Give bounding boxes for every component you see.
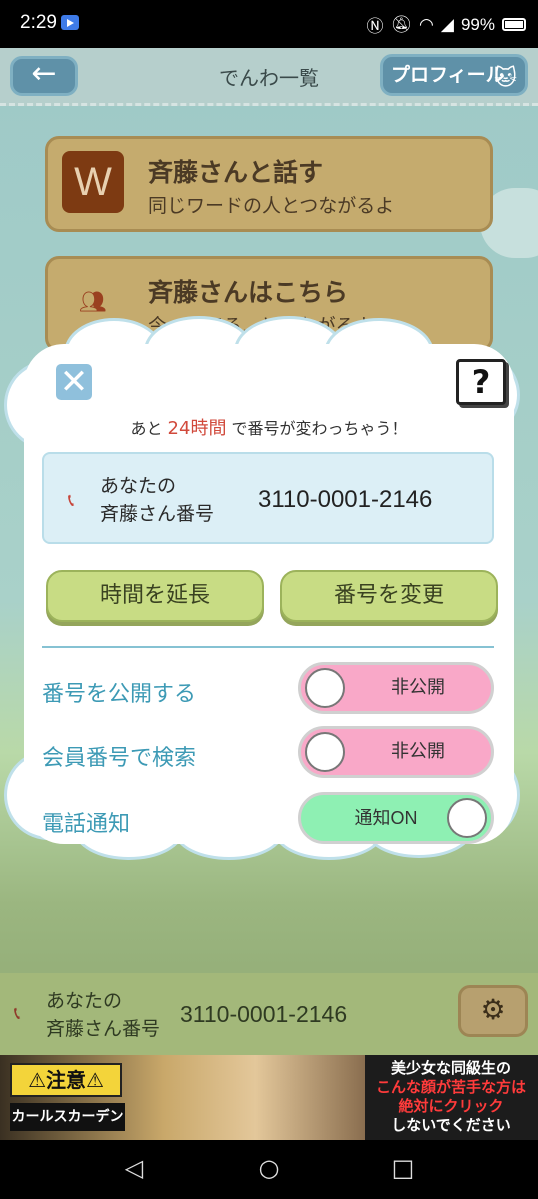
toggle-member-search[interactable]: 非公開 (298, 726, 494, 778)
status-icons: Ⓝ 🔕︎ ◠ ◢ 99% (366, 12, 526, 37)
phone-icon: 📞︎ (14, 1003, 21, 1024)
status-time: 2:29 (20, 12, 57, 33)
modal-content: ✕ ? あと 24時間 で番号が変わっちゃう！ 📞︎ あなたの 斉藤さん番号 3… (36, 350, 506, 855)
ad-banner[interactable]: ⚠注意⚠ カールスカーデン 美少女な同級生の こんな顔が苦手な方は 絶対にクリッ… (0, 1055, 538, 1140)
divider (42, 646, 494, 648)
gear-icon: ⚙ (480, 993, 506, 1026)
menu-card-subtitle: 同じワードの人とつながるよ (148, 195, 395, 217)
settings-button[interactable]: ⚙ (458, 985, 528, 1037)
toggle-publish-number[interactable]: 非公開 (298, 662, 494, 714)
expiry-notice: あと 24時間 で番号が変わっちゃう！ (130, 418, 408, 439)
toggle-state: 非公開 (391, 741, 445, 762)
profile-button[interactable]: プロフィール 🐱︎ (380, 54, 528, 96)
ad-warning: ⚠注意⚠ (10, 1063, 122, 1097)
number-value: 3110-0001-2146 (258, 486, 433, 513)
mute-icon: 🔕︎ (390, 14, 413, 34)
battery-percent: 99% (460, 14, 495, 34)
footer-number-bar: 📞︎ あなたの 斉藤さん番号 3110-0001-2146 ⚙ (0, 973, 538, 1055)
nfc-icon: Ⓝ (366, 17, 384, 36)
youtube-icon (61, 15, 79, 30)
menu-card-title: 斉藤さんはこちら (148, 278, 349, 307)
nav-recents-icon[interactable]: □ (383, 1154, 423, 1182)
footer-number-value: 3110-0001-2146 (180, 1001, 348, 1027)
toggle-knob (305, 668, 345, 708)
ad-brand: カールスカーデン (10, 1103, 125, 1131)
nav-home-icon[interactable]: ○ (249, 1154, 289, 1182)
system-nav-bar: ◁ ○ □ (0, 1140, 538, 1199)
toggle-knob (305, 732, 345, 772)
menu-card-talk[interactable]: W 斉藤さんと話す 同じワードの人とつながるよ (45, 136, 493, 232)
toggle-knob (447, 798, 487, 838)
number-settings-modal: ✕ ? あと 24時間 で番号が変わっちゃう！ 📞︎ あなたの 斉藤さん番号 3… (4, 316, 524, 860)
number-display: 📞︎ あなたの 斉藤さん番号 3110-0001-2146 (42, 452, 494, 544)
help-icon: ? (471, 363, 491, 401)
battery-icon (502, 18, 526, 31)
nav-back-icon[interactable]: ◁ (114, 1154, 154, 1182)
setting-label-member-search: 会員番号で検索 (42, 746, 197, 771)
profile-button-label: プロフィール (391, 64, 505, 86)
change-number-button[interactable]: 番号を変更 (280, 570, 498, 622)
footer-number-label: あなたの 斉藤さん番号 (46, 990, 161, 1040)
toggle-state: 非公開 (391, 677, 445, 698)
phone-icon: 📞︎ (68, 490, 75, 511)
ad-text: 美少女な同級生の こんな顔が苦手な方は 絶対にクリック しないでください (375, 1059, 526, 1134)
signal-icon: ◢ (440, 14, 454, 34)
setting-label-call-notify: 電話通知 (42, 812, 131, 837)
close-button[interactable]: ✕ (56, 364, 92, 400)
top-bar: ← でんわ一覧 プロフィール 🐱︎ (0, 48, 538, 106)
close-icon: ✕ (59, 362, 89, 402)
setting-label-publish: 番号を公開する (42, 682, 197, 707)
status-bar: 2:29 Ⓝ 🔕︎ ◠ ◢ 99% (0, 0, 538, 48)
toggle-state: 通知ON (354, 808, 418, 828)
menu-card-title: 斉藤さんと話す (148, 158, 324, 187)
toggle-call-notify[interactable]: 通知ON (298, 792, 494, 844)
number-label: あなたの 斉藤さん番号 (100, 475, 215, 525)
extend-time-button[interactable]: 時間を延長 (46, 570, 264, 622)
expiry-time: 24時間 (167, 418, 227, 439)
help-button[interactable]: ? (456, 359, 506, 405)
wifi-icon: ◠ (419, 14, 434, 34)
cat-icon: 🐱︎ (494, 66, 517, 91)
word-icon: W (62, 151, 124, 213)
